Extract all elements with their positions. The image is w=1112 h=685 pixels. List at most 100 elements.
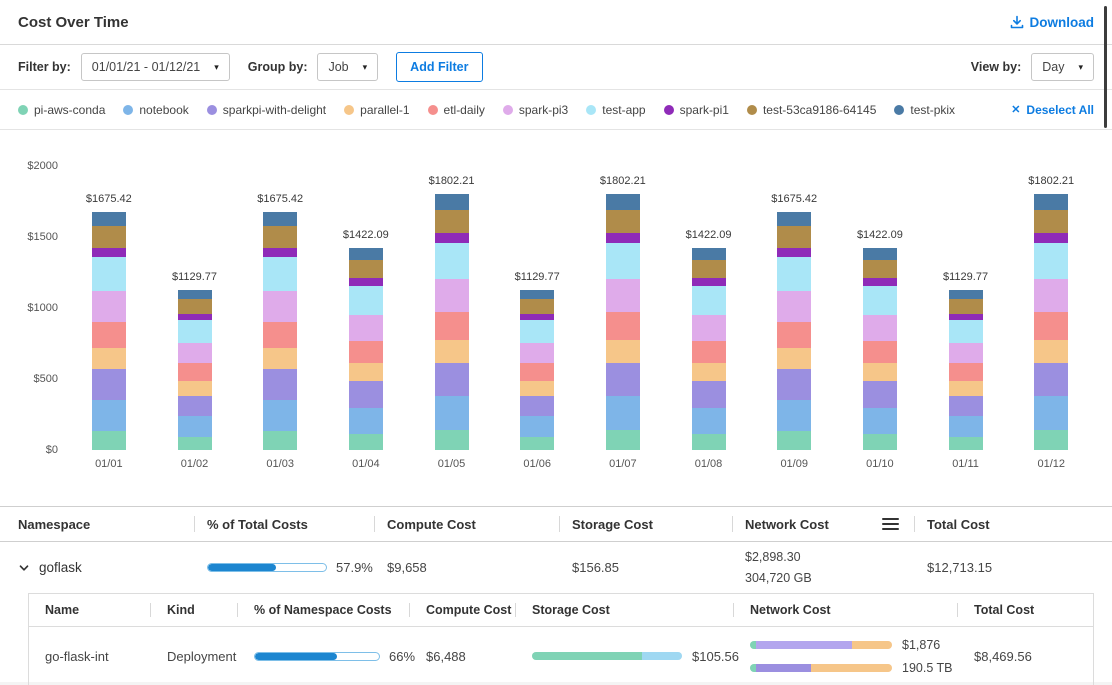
- bar-segment-notebook[interactable]: [263, 400, 297, 431]
- bar-segment-spark-pi1[interactable]: [263, 248, 297, 258]
- bar-segment-pi-aws-conda[interactable]: [692, 434, 726, 450]
- bar-segment-spark-pi1[interactable]: [435, 233, 469, 243]
- bar-segment-test-app[interactable]: [606, 243, 640, 279]
- bar-segment-notebook[interactable]: [863, 408, 897, 434]
- stacked-bar[interactable]: [349, 248, 383, 450]
- bar-segment-sparkpi-with-delight[interactable]: [1034, 363, 1068, 396]
- bar-segment-parallel-1[interactable]: [263, 348, 297, 369]
- bar-segment-spark-pi3[interactable]: [520, 343, 554, 364]
- bar-segment-test-53ca9186-64145[interactable]: [92, 226, 126, 247]
- legend-item[interactable]: test-app: [586, 103, 645, 117]
- bar-segment-test-pkix[interactable]: [949, 290, 983, 300]
- stacked-bar[interactable]: [178, 290, 212, 450]
- bar-segment-parallel-1[interactable]: [349, 363, 383, 381]
- bar-segment-test-pkix[interactable]: [92, 212, 126, 226]
- bar-segment-test-53ca9186-64145[interactable]: [349, 260, 383, 278]
- bar-segment-test-pkix[interactable]: [1034, 194, 1068, 209]
- bar-segment-sparkpi-with-delight[interactable]: [435, 363, 469, 396]
- legend-item[interactable]: notebook: [123, 103, 188, 117]
- bar-segment-test-pkix[interactable]: [349, 248, 383, 260]
- table-row[interactable]: go-flask-int Deployment 66% $6,488 $105.…: [29, 627, 1093, 685]
- bar-segment-notebook[interactable]: [349, 408, 383, 434]
- legend-item[interactable]: sparkpi-with-delight: [207, 103, 326, 117]
- legend-item[interactable]: parallel-1: [344, 103, 409, 117]
- bar-segment-notebook[interactable]: [949, 416, 983, 437]
- bar-segment-sparkpi-with-delight[interactable]: [606, 363, 640, 396]
- col-namespace[interactable]: Namespace: [0, 507, 195, 541]
- bar-group[interactable]: $1802.21: [409, 166, 495, 450]
- bar-segment-pi-aws-conda[interactable]: [777, 431, 811, 450]
- bar-segment-spark-pi1[interactable]: [863, 278, 897, 286]
- bar-segment-sparkpi-with-delight[interactable]: [520, 396, 554, 417]
- stacked-bar[interactable]: [692, 248, 726, 450]
- bar-segment-spark-pi3[interactable]: [606, 279, 640, 312]
- bar-segment-test-53ca9186-64145[interactable]: [949, 299, 983, 313]
- bar-segment-spark-pi1[interactable]: [1034, 233, 1068, 243]
- bar-segment-spark-pi3[interactable]: [1034, 279, 1068, 312]
- scrollbar[interactable]: [1104, 6, 1107, 128]
- bar-segment-notebook[interactable]: [606, 396, 640, 429]
- bar-segment-test-app[interactable]: [349, 286, 383, 314]
- bar-segment-etl-daily[interactable]: [349, 341, 383, 363]
- bar-segment-test-pkix[interactable]: [692, 248, 726, 260]
- bar-segment-pi-aws-conda[interactable]: [92, 431, 126, 450]
- col-kind[interactable]: Kind: [151, 594, 238, 626]
- bar-segment-etl-daily[interactable]: [863, 341, 897, 363]
- bar-segment-etl-daily[interactable]: [692, 341, 726, 363]
- bar-segment-test-53ca9186-64145[interactable]: [178, 299, 212, 313]
- bar-group[interactable]: $1802.21: [580, 166, 666, 450]
- deselect-all-button[interactable]: ✕ Deselect All: [1011, 103, 1094, 117]
- bar-segment-spark-pi3[interactable]: [863, 315, 897, 341]
- bar-segment-etl-daily[interactable]: [1034, 312, 1068, 340]
- bar-group[interactable]: $1129.77: [494, 166, 580, 450]
- download-button[interactable]: Download: [1010, 15, 1095, 30]
- bar-segment-sparkpi-with-delight[interactable]: [949, 396, 983, 417]
- bar-segment-spark-pi3[interactable]: [92, 291, 126, 322]
- col-network-cost[interactable]: Network Cost: [733, 507, 915, 541]
- bar-group[interactable]: $1802.21: [1008, 166, 1094, 450]
- bar-segment-parallel-1[interactable]: [178, 381, 212, 395]
- bar-segment-etl-daily[interactable]: [520, 363, 554, 381]
- bar-segment-test-app[interactable]: [777, 257, 811, 290]
- bar-segment-test-pkix[interactable]: [777, 212, 811, 226]
- stacked-bar[interactable]: [949, 290, 983, 450]
- bar-group[interactable]: $1422.09: [666, 166, 752, 450]
- bar-segment-spark-pi3[interactable]: [949, 343, 983, 364]
- stacked-bar[interactable]: [606, 194, 640, 450]
- stacked-bar[interactable]: [1034, 194, 1068, 450]
- bar-segment-sparkpi-with-delight[interactable]: [178, 396, 212, 417]
- col-compute-cost[interactable]: Compute Cost: [375, 507, 560, 541]
- col-total-cost[interactable]: Total Cost: [915, 507, 1112, 541]
- bar-segment-test-app[interactable]: [1034, 243, 1068, 279]
- col-total-cost[interactable]: Total Cost: [958, 594, 1093, 626]
- bar-segment-test-53ca9186-64145[interactable]: [1034, 210, 1068, 233]
- bar-segment-test-pkix[interactable]: [435, 194, 469, 209]
- col-pct-namespace-costs[interactable]: % of Namespace Costs: [238, 594, 410, 626]
- bar-segment-notebook[interactable]: [520, 416, 554, 437]
- menu-icon[interactable]: [882, 518, 899, 530]
- bar-group[interactable]: $1422.09: [323, 166, 409, 450]
- bar-segment-test-app[interactable]: [92, 257, 126, 290]
- bar-segment-etl-daily[interactable]: [92, 322, 126, 348]
- bar-segment-sparkpi-with-delight[interactable]: [692, 381, 726, 407]
- bar-segment-etl-daily[interactable]: [949, 363, 983, 381]
- legend-item[interactable]: test-53ca9186-64145: [747, 103, 876, 117]
- legend-item[interactable]: test-pkix: [894, 103, 955, 117]
- bar-segment-parallel-1[interactable]: [520, 381, 554, 395]
- bar-segment-test-53ca9186-64145[interactable]: [863, 260, 897, 278]
- bar-group[interactable]: $1675.42: [66, 166, 152, 450]
- bar-segment-test-app[interactable]: [263, 257, 297, 290]
- bar-segment-test-app[interactable]: [178, 320, 212, 342]
- legend-item[interactable]: etl-daily: [428, 103, 485, 117]
- bar-segment-test-app[interactable]: [520, 320, 554, 342]
- date-range-dropdown[interactable]: 01/01/21 - 01/12/21 ▾: [81, 53, 230, 81]
- bar-group[interactable]: $1675.42: [237, 166, 323, 450]
- bar-segment-spark-pi3[interactable]: [263, 291, 297, 322]
- bar-segment-test-app[interactable]: [863, 286, 897, 314]
- bar-segment-notebook[interactable]: [178, 416, 212, 437]
- bar-segment-spark-pi3[interactable]: [349, 315, 383, 341]
- bar-segment-etl-daily[interactable]: [777, 322, 811, 348]
- bar-segment-test-53ca9186-64145[interactable]: [263, 226, 297, 247]
- stacked-bar[interactable]: [777, 212, 811, 450]
- bar-segment-etl-daily[interactable]: [435, 312, 469, 340]
